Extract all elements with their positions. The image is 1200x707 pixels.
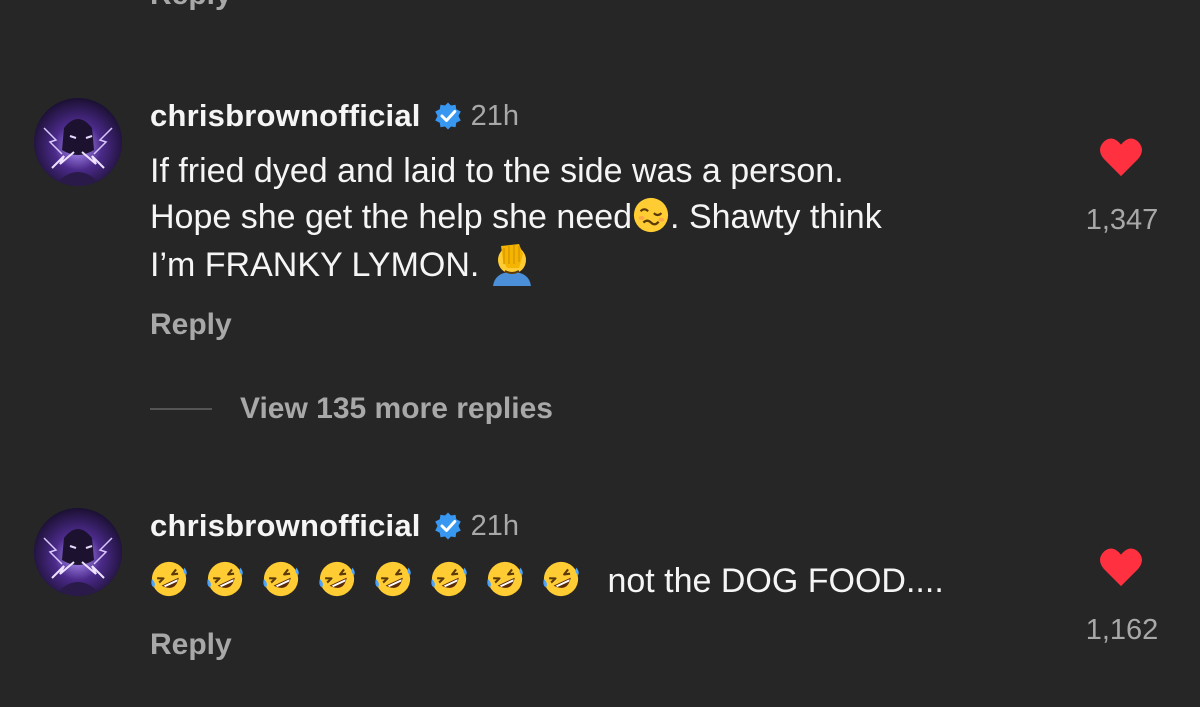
like-count: 1,347 [1085, 204, 1159, 236]
comment-text: not the DOG FOOD.... [150, 558, 944, 604]
comment-text-tail: not the DOG FOOD.... [598, 562, 944, 600]
comment-text: If fried dyed and laid to the side was a… [150, 148, 882, 288]
avatar[interactable] [34, 508, 122, 596]
facepalm-emoji [489, 240, 535, 286]
avatar[interactable] [34, 98, 122, 186]
heart-icon[interactable] [1098, 546, 1144, 588]
like-count: 1,162 [1085, 614, 1159, 646]
reply-button[interactable]: Reply [150, 308, 232, 342]
comment-header: chrisbrownofficial 21h [150, 506, 519, 546]
reply-button[interactable]: Reply [150, 628, 232, 662]
divider-line [150, 408, 212, 410]
comment-header: chrisbrownofficial 21h [150, 96, 519, 136]
username[interactable]: chrisbrownofficial [150, 98, 421, 134]
view-more-replies-button[interactable]: View 135 more replies [150, 392, 553, 426]
rolling-on-floor-laughing-emoji [542, 560, 580, 598]
emoji-row [150, 560, 598, 600]
timestamp: 21h [470, 509, 519, 542]
rolling-on-floor-laughing-emoji [262, 560, 300, 598]
comment-line-3: I’m FRANKY LYMON. [150, 246, 489, 284]
previous-reply-button[interactable]: Reply [150, 0, 232, 12]
rolling-on-floor-laughing-emoji [430, 560, 468, 598]
avatar-image [34, 98, 122, 186]
rolling-on-floor-laughing-emoji [318, 560, 356, 598]
avatar-image [34, 508, 122, 596]
rolling-on-floor-laughing-emoji [206, 560, 244, 598]
timestamp: 21h [470, 99, 519, 132]
comment-line-2a: Hope she get the help she need [150, 198, 633, 236]
comment-line-1: If fried dyed and laid to the side was a… [150, 152, 844, 190]
verified-badge-icon [433, 101, 463, 131]
view-more-replies-label[interactable]: View 135 more replies [240, 392, 553, 426]
rolling-on-floor-laughing-emoji [150, 560, 188, 598]
heart-icon[interactable] [1098, 136, 1144, 178]
rolling-on-floor-laughing-emoji [374, 560, 412, 598]
verified-badge-icon [433, 511, 463, 541]
woozy-face-emoji [632, 196, 670, 234]
comment-line-2b: . Shawty think [670, 198, 882, 236]
username[interactable]: chrisbrownofficial [150, 508, 421, 544]
rolling-on-floor-laughing-emoji [486, 560, 524, 598]
